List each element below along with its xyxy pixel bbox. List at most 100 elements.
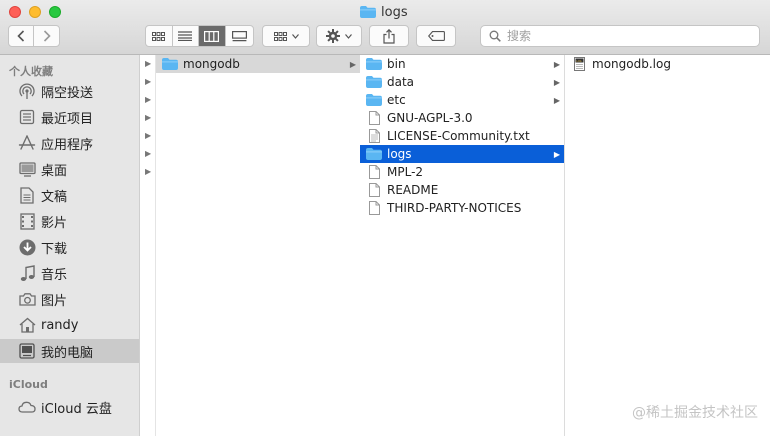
recents-icon — [18, 108, 36, 126]
disclosure-arrow-icon: ▶ — [145, 113, 152, 122]
tags-button[interactable] — [416, 25, 456, 47]
sidebar-item-downloads[interactable]: 下载 — [0, 235, 139, 259]
sidebar: 个人收藏 隔空投送 最近项目 应用程序 桌面 文稿 影片 下载 音乐 图片 ra… — [0, 55, 140, 436]
gear-icon — [326, 29, 340, 43]
sidebar-item-label: 文稿 — [41, 189, 68, 205]
action-button[interactable] — [316, 25, 362, 47]
folder-icon — [360, 6, 376, 18]
list-item-bin[interactable]: bin ▶ — [360, 55, 564, 73]
list-view-button[interactable] — [173, 26, 200, 46]
cloud-icon — [18, 398, 36, 416]
window-title-text: logs — [381, 4, 408, 20]
document-icon — [366, 183, 382, 197]
applications-icon — [18, 134, 36, 152]
sidebar-item-applications[interactable]: 应用程序 — [0, 131, 139, 155]
list-item-mongodb-log[interactable]: LOG mongodb.log — [565, 55, 770, 73]
disclosure-arrow-icon: ▶ — [145, 95, 152, 104]
sidebar-item-label: 我的电脑 — [41, 345, 94, 361]
item-name: THIRD-PARTY-NOTICES — [387, 201, 522, 215]
sidebar-item-label: randy — [41, 317, 79, 333]
close-window-button[interactable] — [9, 6, 21, 18]
sidebar-item-icloud-drive[interactable]: iCloud 云盘 — [0, 395, 139, 419]
gallery-view-button[interactable] — [226, 26, 253, 46]
share-button[interactable] — [369, 25, 409, 47]
sidebar-item-label: 音乐 — [41, 267, 68, 283]
finder-window: logs 搜索 个人收藏 隔空投送 最近项目 应用程序 桌面 文稿 影片 下载 … — [0, 0, 770, 436]
item-name: bin — [387, 57, 406, 71]
item-name: GNU-AGPL-3.0 — [387, 111, 473, 125]
list-icon — [178, 31, 193, 41]
sidebar-item-label: 应用程序 — [41, 137, 94, 153]
disclosure-arrow-icon: ▶ — [145, 167, 152, 176]
camera-icon — [18, 290, 36, 308]
column-mongodb: bin ▶ data ▶ etc ▶ GNU-AGPL-3.0 LICENSE-… — [360, 55, 565, 436]
disclosure-arrow-icon: ▶ — [553, 95, 560, 105]
toolbar: logs — [0, 0, 770, 55]
sidebar-item-label: iCloud 云盘 — [41, 401, 112, 417]
list-item-third-party[interactable]: THIRD-PARTY-NOTICES — [360, 199, 564, 217]
forward-button[interactable] — [34, 26, 59, 46]
disclosure-arrow-icon: ▶ — [553, 77, 560, 87]
sidebar-item-label: 下载 — [41, 241, 68, 257]
chevron-left-icon — [17, 30, 25, 42]
column-logs: LOG mongodb.log — [565, 55, 770, 436]
column-root: ▶ ▶ ▶ ▶ ▶ ▶ ▶ — [140, 55, 155, 436]
sidebar-item-recents[interactable]: 最近项目 — [0, 105, 139, 129]
document-icon — [366, 165, 382, 179]
item-name: mongodb — [183, 57, 240, 71]
text-document-icon — [366, 129, 382, 143]
chevron-down-icon — [291, 33, 299, 39]
disclosure-arrow-icon: ▶ — [349, 59, 356, 69]
column-view-button[interactable] — [199, 26, 226, 46]
list-item-mongodb[interactable]: mongodb ▶ — [156, 55, 360, 73]
disclosure-arrow-icon: ▶ — [145, 77, 152, 86]
documents-icon — [18, 186, 36, 204]
item-name: LICENSE-Community.txt — [387, 129, 530, 143]
folder-icon — [366, 93, 382, 107]
sidebar-item-pictures[interactable]: 图片 — [0, 287, 139, 311]
search-field[interactable] — [480, 25, 760, 47]
minimize-window-button[interactable] — [29, 6, 41, 18]
tag-icon — [427, 31, 445, 41]
sidebar-item-documents[interactable]: 文稿 — [0, 183, 139, 207]
log-file-icon: LOG — [571, 57, 587, 71]
sidebar-item-airdrop[interactable]: 隔空投送 — [0, 79, 139, 103]
document-icon — [366, 201, 382, 215]
window-title: logs — [360, 3, 408, 21]
sidebar-item-music[interactable]: 音乐 — [0, 261, 139, 285]
list-item-etc[interactable]: etc ▶ — [360, 91, 564, 109]
fullscreen-window-button[interactable] — [49, 6, 61, 18]
group-by-button[interactable] — [262, 25, 310, 47]
list-item-license[interactable]: LICENSE-Community.txt — [360, 127, 564, 145]
list-item-data[interactable]: data ▶ — [360, 73, 564, 91]
desktop-icon — [18, 160, 36, 178]
movies-icon — [18, 212, 36, 230]
airdrop-icon — [18, 82, 36, 100]
search-input[interactable] — [507, 29, 747, 43]
watermark: @稀土掘金技术社区 — [632, 405, 758, 421]
item-name: README — [387, 183, 439, 197]
sidebar-item-home[interactable]: randy — [0, 313, 139, 337]
list-item-gnu-agpl[interactable]: GNU-AGPL-3.0 — [360, 109, 564, 127]
share-icon — [383, 28, 395, 44]
sidebar-item-desktop[interactable]: 桌面 — [0, 157, 139, 181]
column-parent: mongodb ▶ — [155, 55, 361, 436]
sidebar-item-computer[interactable]: 我的电脑 — [0, 339, 139, 363]
downloads-icon — [18, 238, 36, 256]
disclosure-arrow-icon: ▶ — [553, 59, 560, 69]
back-button[interactable] — [9, 26, 35, 46]
folder-icon — [162, 57, 178, 71]
list-item-readme[interactable]: README — [360, 181, 564, 199]
list-item-logs[interactable]: logs ▶ — [360, 145, 564, 163]
item-name: logs — [387, 147, 412, 161]
list-item-mpl[interactable]: MPL-2 — [360, 163, 564, 181]
folder-icon — [366, 147, 382, 161]
sidebar-item-movies[interactable]: 影片 — [0, 209, 139, 233]
sidebar-item-label: 图片 — [41, 293, 68, 309]
disclosure-arrow-icon: ▶ — [553, 149, 560, 159]
icon-view-button[interactable] — [146, 26, 173, 46]
item-name: data — [387, 75, 415, 89]
item-name: mongodb.log — [592, 57, 671, 71]
folder-icon — [366, 75, 382, 89]
document-icon — [366, 111, 382, 125]
